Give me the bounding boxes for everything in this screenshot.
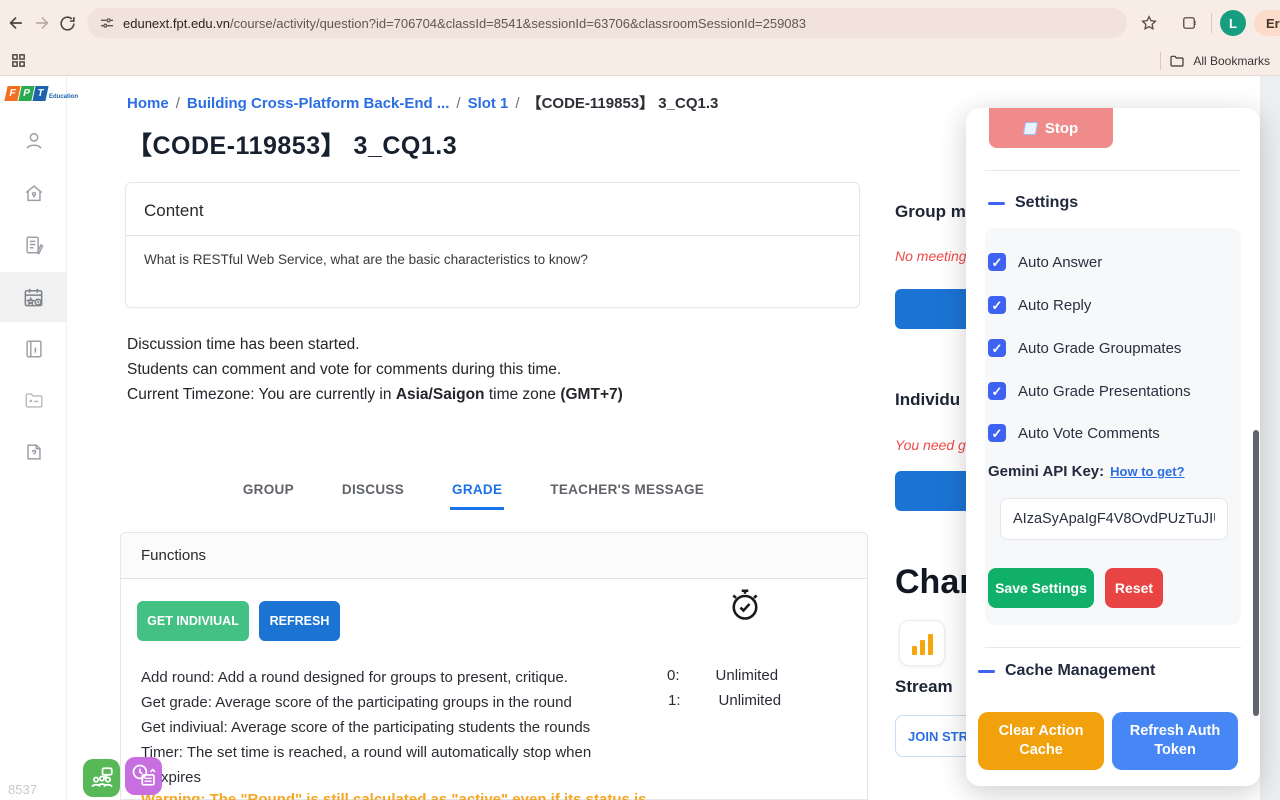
panel-divider	[985, 647, 1241, 648]
gemini-api-key-input[interactable]	[1000, 498, 1228, 540]
stream-heading: Stream	[895, 677, 953, 697]
breadcrumb-home[interactable]: Home	[127, 95, 169, 112]
checkbox-checked-icon: ✓	[988, 253, 1006, 271]
auto-grade-presentations-checkbox[interactable]: ✓ Auto Grade Presentations	[988, 382, 1191, 400]
get-individual-button[interactable]: GET INDIVIUAL	[137, 601, 249, 641]
site-settings-icon[interactable]	[99, 15, 115, 31]
app-sidebar: F P T Education 8537	[0, 76, 67, 800]
how-to-get-link[interactable]: How to get?	[1110, 464, 1184, 479]
back-icon[interactable]	[6, 9, 26, 37]
home-icon[interactable]	[0, 173, 67, 213]
no-meeting-text: No meeting	[895, 248, 967, 264]
page-title: 【CODE-119853】 3_CQ1.3	[127, 126, 457, 162]
stop-icon	[1023, 122, 1038, 135]
tab-group[interactable]: GROUP	[241, 474, 296, 510]
profile-icon[interactable]	[0, 121, 67, 161]
question-text: What is RESTful Web Service, what are th…	[126, 236, 859, 283]
page-background-strip	[1260, 76, 1280, 800]
panel-divider	[985, 170, 1241, 171]
group-meeting-heading: Group m	[895, 202, 966, 222]
breadcrumb-course[interactable]: Building Cross-Platform Back-End ...	[187, 95, 450, 112]
need-grade-text: You need g	[895, 437, 966, 453]
address-bar[interactable]: edunext.fpt.edu.vn/course/activity/quest…	[87, 8, 1127, 38]
archive-folder-icon[interactable]	[0, 380, 67, 420]
checkbox-checked-icon: ✓	[988, 424, 1006, 442]
page-number: 8537	[8, 782, 37, 797]
individual-heading: Individu	[895, 390, 960, 410]
auto-reply-checkbox[interactable]: ✓ Auto Reply	[988, 296, 1091, 314]
tab-bar: GROUP DISCUSS GRADE TEACHER'S MESSAGE	[67, 474, 880, 510]
stop-button[interactable]: Stop	[989, 108, 1113, 148]
checkbox-checked-icon: ✓	[988, 382, 1006, 400]
refresh-auth-token-button[interactable]: Refresh Auth Token	[1112, 712, 1238, 770]
dash-icon	[978, 670, 995, 673]
group-chat-float-icon[interactable]	[83, 759, 120, 797]
dash-icon	[988, 202, 1005, 205]
save-settings-button[interactable]: Save Settings	[988, 568, 1094, 608]
functions-description: Add round: Add a round designed for grou…	[141, 665, 591, 790]
auto-grade-groupmates-checkbox[interactable]: ✓ Auto Grade Groupmates	[988, 339, 1181, 357]
error-badge[interactable]: Error	[1254, 10, 1280, 36]
auto-answer-checkbox[interactable]: ✓ Auto Answer	[988, 253, 1102, 271]
round-1-row: 1:Unlimited	[668, 692, 781, 709]
timer-check-icon	[727, 587, 763, 628]
bookmark-star-icon[interactable]	[1135, 9, 1163, 37]
assignments-icon[interactable]	[0, 225, 67, 265]
toolbar-separator	[1211, 13, 1212, 33]
functions-card: Functions GET INDIVIUAL REFRESH 0:Unlimi…	[120, 532, 868, 800]
tab-groups-icon[interactable]	[4, 47, 32, 75]
schedule-icon[interactable]	[0, 277, 67, 317]
bar-chart-icon[interactable]	[899, 620, 945, 666]
discussion-line-2: Students can comment and vote for commen…	[127, 357, 623, 382]
settings-heading: Settings	[988, 194, 1078, 212]
round-0-row: 0:Unlimited	[667, 667, 778, 684]
handbook-icon[interactable]	[0, 329, 67, 369]
breadcrumb-current: 【CODE-119853】 3_CQ1.3	[527, 95, 719, 112]
tab-teachers-message[interactable]: TEACHER'S MESSAGE	[548, 474, 706, 510]
profile-avatar[interactable]: L	[1220, 10, 1246, 36]
discussion-info: Discussion time has been started. Studen…	[127, 332, 623, 407]
timezone-line: Current Timezone: You are currently in A…	[127, 382, 623, 407]
reset-button[interactable]: Reset	[1105, 568, 1163, 608]
gemini-api-key-label: Gemini API Key:How to get?	[988, 463, 1185, 480]
checkbox-checked-icon: ✓	[988, 339, 1006, 357]
warning-text: Warning: The "Round" is still calculated…	[141, 791, 647, 800]
schedule-clock-float-icon[interactable]	[125, 757, 162, 795]
fpt-education-logo[interactable]: F P T Education	[6, 86, 78, 101]
browser-toolbar: edunext.fpt.edu.vn/course/activity/quest…	[0, 0, 1280, 76]
discussion-line-1: Discussion time has been started.	[127, 332, 623, 357]
url-text: edunext.fpt.edu.vn/course/activity/quest…	[123, 16, 806, 31]
functions-header: Functions	[121, 533, 867, 579]
forward-icon[interactable]	[32, 9, 52, 37]
refresh-button[interactable]: REFRESH	[259, 601, 340, 641]
content-card-header: Content	[126, 183, 859, 236]
chart-heading: Char	[895, 563, 972, 602]
panel-scrollbar[interactable]	[1253, 430, 1259, 716]
all-bookmarks-label[interactable]: All Bookmarks	[1193, 54, 1270, 68]
help-document-icon[interactable]	[0, 432, 67, 472]
tab-grade[interactable]: GRADE	[450, 474, 504, 510]
clear-action-cache-button[interactable]: Clear Action Cache	[978, 712, 1104, 770]
cache-management-heading: Cache Management	[978, 662, 1155, 680]
extensions-icon[interactable]	[1175, 9, 1203, 37]
reload-icon[interactable]	[58, 9, 77, 37]
bookmarks-separator	[1160, 52, 1161, 70]
auto-vote-comments-checkbox[interactable]: ✓ Auto Vote Comments	[988, 424, 1160, 442]
content-card: Content What is RESTful Web Service, wha…	[125, 182, 860, 308]
folder-icon	[1169, 53, 1185, 69]
breadcrumb-slot[interactable]: Slot 1	[468, 95, 509, 112]
breadcrumb: Home/Building Cross-Platform Back-End ..…	[127, 92, 718, 113]
extension-settings-panel: Stop Settings ✓ Auto Answer ✓ Auto Reply…	[966, 108, 1260, 786]
checkbox-checked-icon: ✓	[988, 296, 1006, 314]
tab-discuss[interactable]: DISCUSS	[340, 474, 406, 510]
